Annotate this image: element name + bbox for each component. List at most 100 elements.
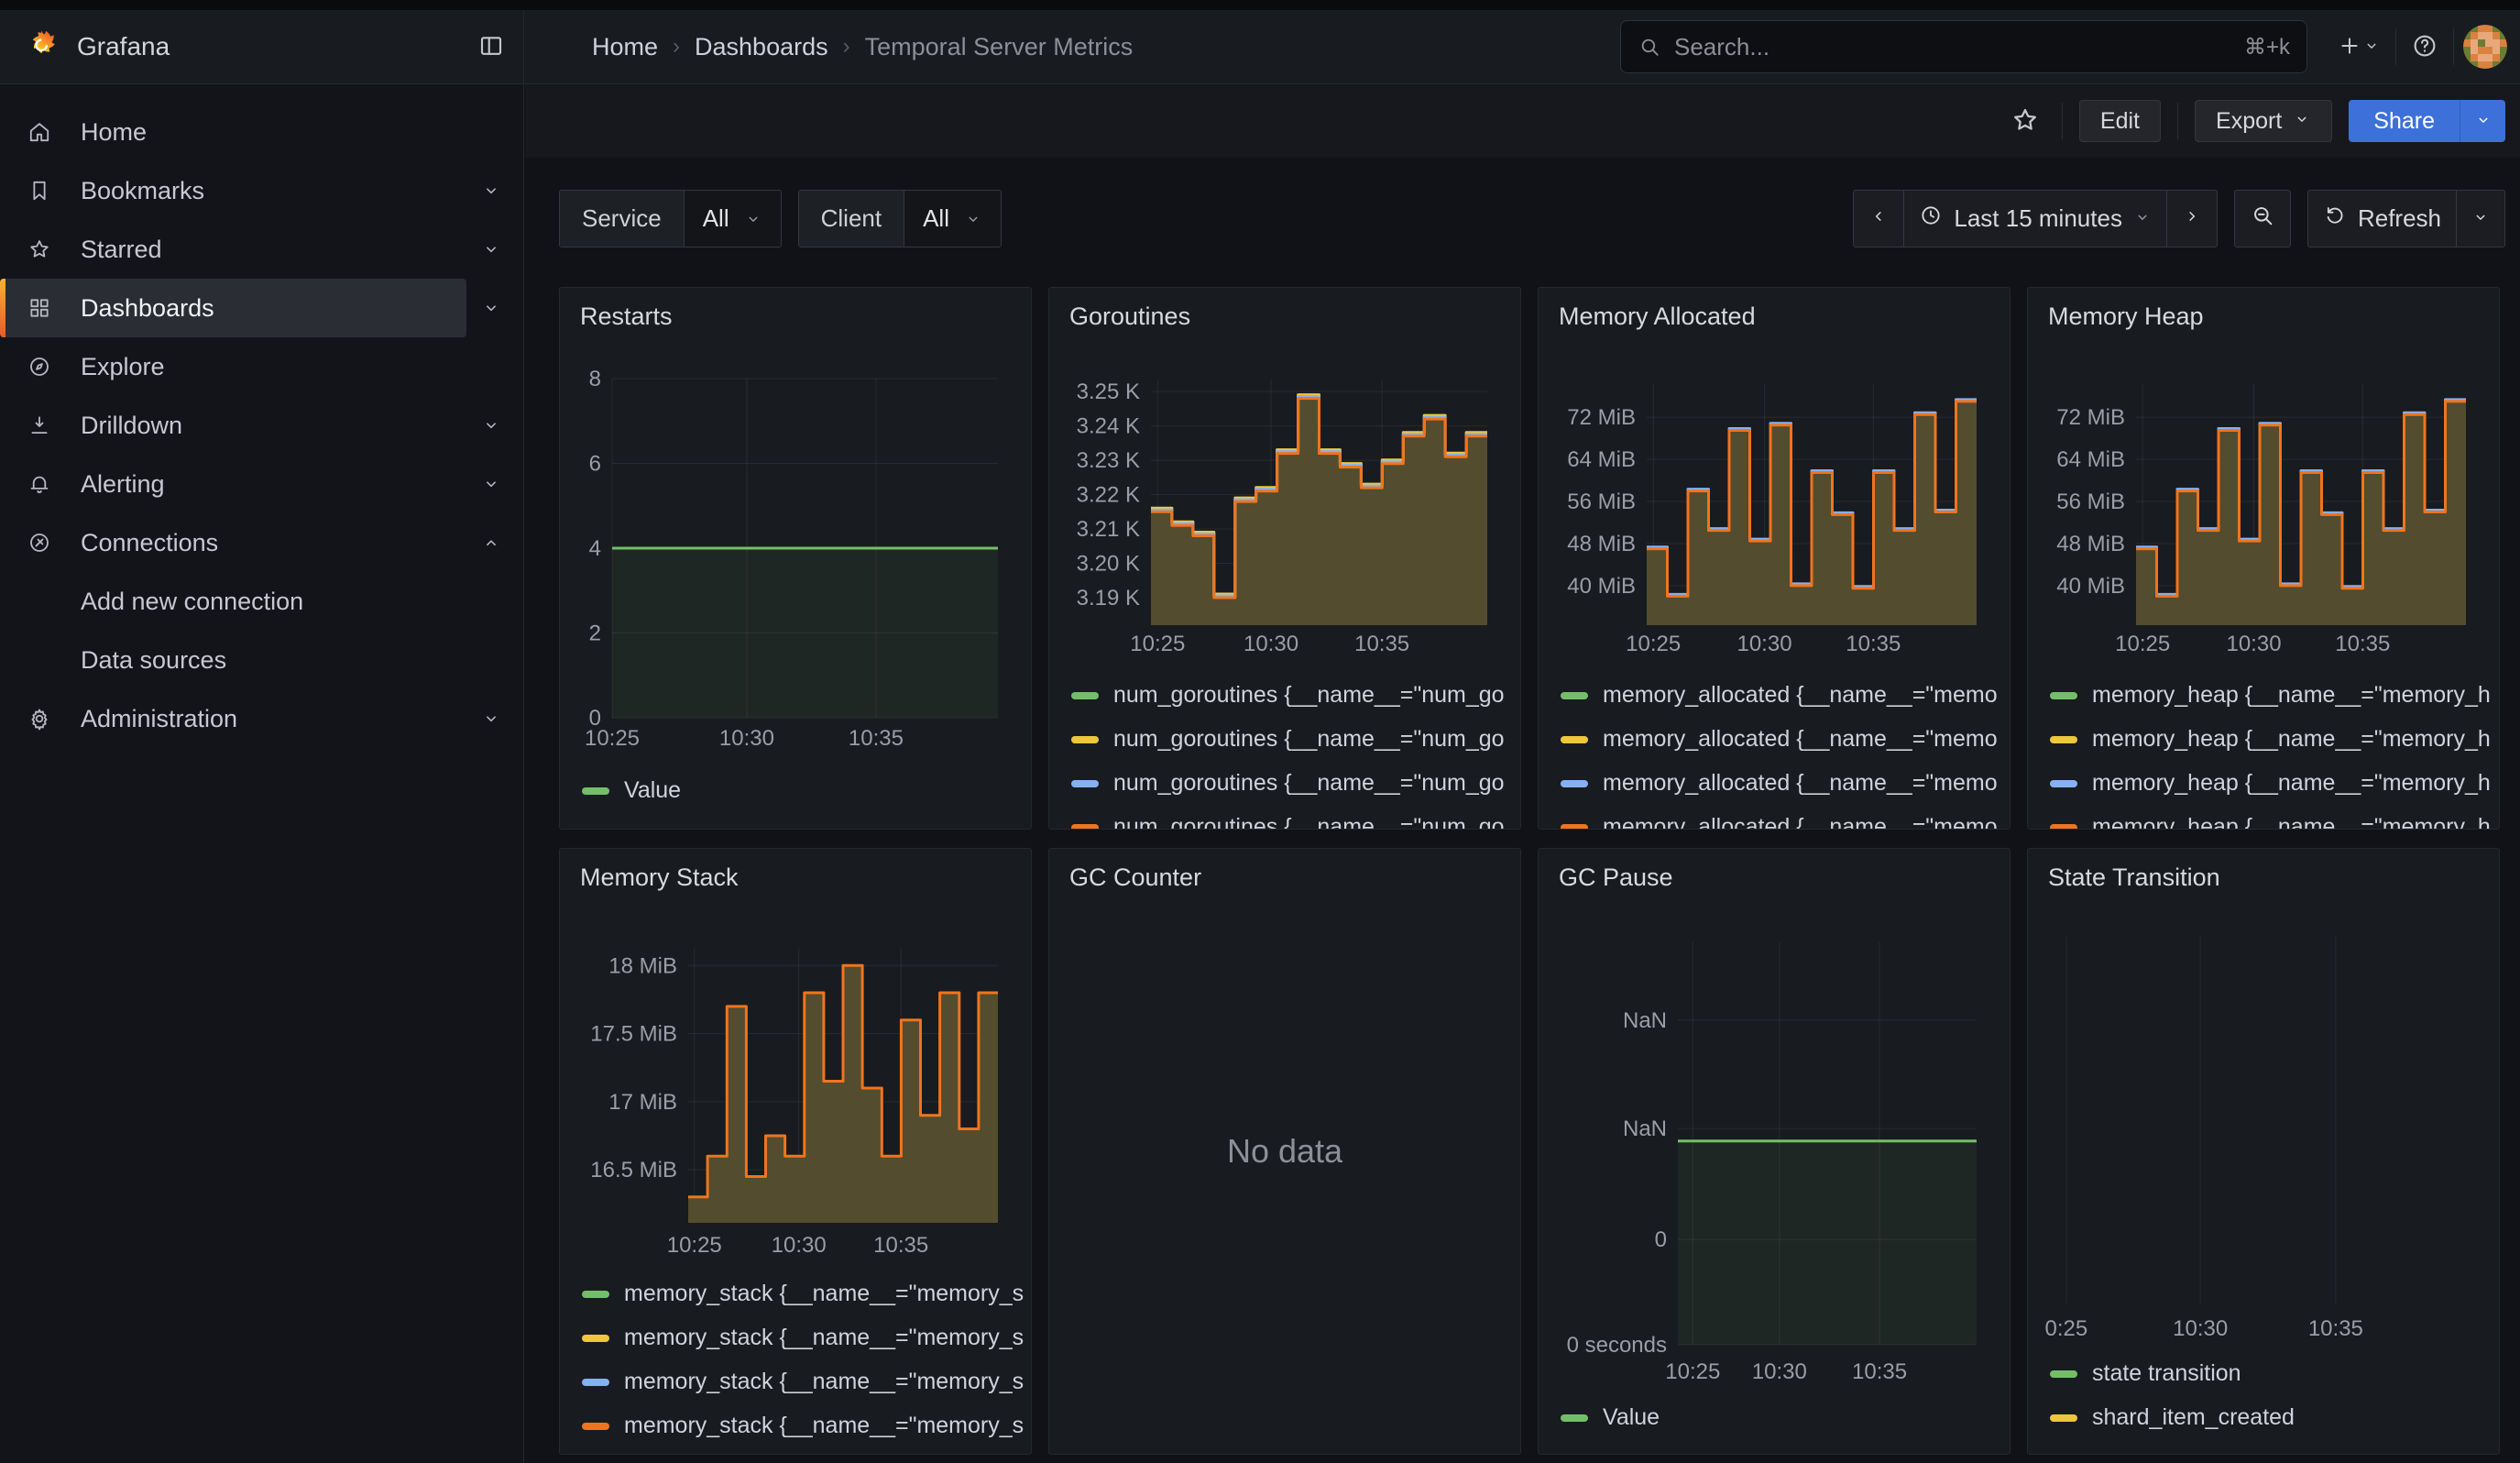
legend-item[interactable]: memory_stack {__name__="memory_s <box>582 1367 1024 1397</box>
legend-item[interactable]: memory_allocated {__name__="memo <box>1561 768 1998 798</box>
legend-item[interactable]: memory_heap {__name__="memory_h <box>2050 768 2491 798</box>
legend-series-marker <box>582 1291 609 1298</box>
breadcrumb-current: Temporal Server Metrics <box>865 33 1134 61</box>
sidebar-link[interactable]: Administration <box>0 689 466 748</box>
sidebar-item-alerting[interactable]: Alerting <box>0 455 523 513</box>
sidebar-item-data-sources[interactable]: Data sources <box>0 631 523 689</box>
add-button[interactable] <box>2331 28 2386 67</box>
breadcrumb-dashboards[interactable]: Dashboards <box>695 33 828 61</box>
sidebar-item-administration[interactable]: Administration <box>0 689 523 748</box>
chevron-down-icon[interactable] <box>476 414 507 436</box>
brand-title[interactable]: Grafana <box>77 32 170 61</box>
help-button[interactable] <box>2405 27 2444 68</box>
legend-item[interactable]: memory_heap {__name__="memory_h <box>2050 680 2491 710</box>
legend-item[interactable]: memory_stack {__name__="memory_s <box>582 1323 1024 1353</box>
dashboard-canvas: Service All Client All <box>525 158 2520 1463</box>
sidebar-link[interactable]: Dashboards <box>0 279 466 337</box>
variable-filters: Service All Client All <box>559 190 1002 248</box>
edit-button[interactable]: Edit <box>2079 100 2161 142</box>
chevron-down-icon <box>2474 111 2493 132</box>
chevron-down-icon[interactable] <box>476 180 507 202</box>
legend-item[interactable]: Value <box>1561 1402 1660 1433</box>
sidebar-item-label: Dashboards <box>81 294 214 323</box>
chevron-down-icon[interactable] <box>476 297 507 319</box>
legend-series-marker <box>582 787 609 795</box>
legend-series-label: num_goroutines {__name__="num_go <box>1113 814 1505 830</box>
legend-item[interactable]: shard_item_created <box>2050 1402 2295 1433</box>
time-range-picker[interactable]: Last 15 minutes <box>1904 190 2167 248</box>
legend-item[interactable]: memory_heap {__name__="memory_h <box>2050 724 2491 754</box>
sidebar-link[interactable]: Data sources <box>0 631 466 689</box>
legend-item[interactable]: memory_heap {__name__="memory_h <box>2050 812 2491 830</box>
legend-item[interactable]: num_goroutines {__name__="num_go <box>1071 812 1505 830</box>
legend-series-marker <box>1071 736 1099 743</box>
chevron-down-icon[interactable] <box>476 473 507 495</box>
sidebar-link[interactable]: Explore <box>0 337 466 396</box>
legend-series-label: Value <box>624 777 681 804</box>
search-box[interactable]: ⌘+k <box>1620 20 2307 73</box>
sidebar-link[interactable]: Alerting <box>0 455 466 513</box>
sidebar-item-add-new-connection[interactable]: Add new connection <box>0 572 523 631</box>
legend-item[interactable]: memory_allocated {__name__="memo <box>1561 680 1998 710</box>
legend-series-marker <box>2050 736 2077 743</box>
svg-text:3.21 K: 3.21 K <box>1077 517 1140 542</box>
time-forward-button[interactable] <box>2167 190 2218 248</box>
breadcrumb-home[interactable]: Home <box>592 33 658 61</box>
sidebar-item-drilldown[interactable]: Drilldown <box>0 396 523 455</box>
sidebar-item-dashboards[interactable]: Dashboards <box>0 279 523 337</box>
chevron-up-icon[interactable] <box>476 532 507 554</box>
legend-item[interactable]: memory_stack {__name__="memory_s <box>582 1279 1024 1309</box>
legend-item[interactable]: memory_allocated {__name__="memo <box>1561 812 1998 830</box>
sidebar-link[interactable]: Add new connection <box>0 572 466 631</box>
share-dropdown-button[interactable] <box>2460 100 2505 142</box>
share-button[interactable]: Share <box>2349 100 2460 142</box>
svg-text:10:25: 10:25 <box>2115 632 2170 656</box>
sidebar-item-home[interactable]: Home <box>0 103 523 161</box>
drilldown-icon <box>27 413 51 437</box>
refresh-button[interactable]: Refresh <box>2307 190 2457 248</box>
export-button[interactable]: Export <box>2195 100 2332 142</box>
user-avatar[interactable] <box>2463 25 2507 69</box>
bookmark-icon <box>27 179 51 203</box>
sidebar-item-label: Drilldown <box>81 412 182 440</box>
legend-series-marker <box>582 1423 609 1430</box>
legend-item[interactable]: state transition <box>2050 1358 2295 1389</box>
legend-item[interactable]: num_goroutines {__name__="num_go <box>1071 724 1505 754</box>
gear-icon <box>27 707 51 731</box>
client-filter-value[interactable]: All <box>904 191 1001 247</box>
svg-text:17 MiB: 17 MiB <box>608 1090 677 1115</box>
time-back-button[interactable] <box>1853 190 1904 248</box>
svg-text:48 MiB: 48 MiB <box>2056 532 2125 556</box>
sidebar-link[interactable]: Starred <box>0 220 466 279</box>
legend-series-label: state transition <box>2092 1360 2241 1387</box>
star-dashboard-button[interactable] <box>2005 100 2045 143</box>
sidebar-link[interactable]: Connections <box>0 513 466 572</box>
refresh-interval-button[interactable] <box>2457 190 2505 248</box>
chevron-down-icon[interactable] <box>476 708 507 730</box>
legend-series-marker <box>2050 1414 2077 1422</box>
sidebar-link[interactable]: Drilldown <box>0 396 466 455</box>
legend-item[interactable]: num_goroutines {__name__="num_go <box>1071 680 1505 710</box>
zoom-out-button[interactable] <box>2234 190 2291 248</box>
search-input[interactable] <box>1672 32 2233 62</box>
legend-item[interactable]: Value <box>582 776 681 806</box>
sidebar-link[interactable]: Bookmarks <box>0 161 466 220</box>
chevron-down-icon[interactable] <box>476 238 507 260</box>
service-filter-value[interactable]: All <box>685 191 781 247</box>
svg-text:0:25: 0:25 <box>2045 1316 2088 1341</box>
sidebar-item-bookmarks[interactable]: Bookmarks <box>0 161 523 220</box>
sidebar-link[interactable]: Home <box>0 103 466 161</box>
sidebar-toggle-button[interactable] <box>472 27 510 68</box>
sidebar-item-connections[interactable]: Connections <box>0 513 523 572</box>
legend-item[interactable]: memory_stack {__name__="memory_s <box>582 1411 1024 1441</box>
svg-text:10:30: 10:30 <box>2226 632 2281 656</box>
sidebar-item-label: Administration <box>81 705 237 733</box>
panel-memory-heap: Memory Heap10:2510:3010:3572 MiB64 MiB56… <box>2027 287 2500 830</box>
sidebar-item-explore[interactable]: Explore <box>0 337 523 396</box>
chevron-right-icon <box>2182 204 2202 233</box>
legend-series-marker <box>582 1335 609 1342</box>
legend-series-label: memory_heap {__name__="memory_h <box>2092 682 2491 709</box>
legend-item[interactable]: num_goroutines {__name__="num_go <box>1071 768 1505 798</box>
sidebar-item-starred[interactable]: Starred <box>0 220 523 279</box>
legend-item[interactable]: memory_allocated {__name__="memo <box>1561 724 1998 754</box>
